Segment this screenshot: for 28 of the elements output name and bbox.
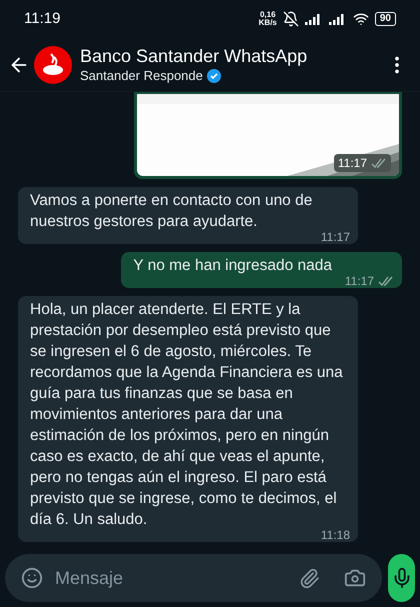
double-check-icon: [371, 158, 387, 168]
network-speed: 0,16: [260, 11, 276, 19]
sent-message[interactable]: Y no me han ingresado nada 11:17: [121, 252, 402, 288]
double-check-icon: [378, 276, 394, 286]
chat-title: Banco Santander WhatsApp: [80, 45, 308, 68]
received-message[interactable]: Vamos a ponerte en contacto con uno de nuestros gestores para ayudarte. 11:17: [18, 187, 358, 244]
message-input[interactable]: Mensaje: [55, 564, 287, 592]
microphone-button[interactable]: [388, 554, 415, 602]
message-text: Hola, un placer atenderte. El ERTE y la prestación por desempleo está previsto que se ingresen el 6 de agosto, miércoles. Te recordamos que la Agenda Financiera es una guía para tus finanzas que se basa en movimientos anteriores para dar una estimación de los próximos, pero en ningún caso es exacto, de ahí que veas el apunte, pero no tengas aún el ingreso. El paro está previsto que se ingrese, como te decimos, el día 6. Un saludo.: [30, 301, 343, 528]
battery-icon: 90: [374, 12, 396, 26]
image-message[interactable]: 11:17: [134, 92, 402, 179]
network-unit: KB/s: [258, 19, 277, 27]
message-time: 11:17: [344, 275, 374, 287]
message-time: 11:18: [320, 529, 350, 541]
message-text: Vamos a ponerte en contacto con uno de nuestros gestores para ayudarte.: [30, 192, 312, 230]
received-message[interactable]: [18, 296, 358, 542]
message-input-bar[interactable]: Mensaje: [5, 554, 382, 602]
message-time: 11:17: [320, 231, 350, 243]
attach-icon[interactable]: [299, 568, 320, 588]
avatar-logo: [34, 46, 72, 84]
sticker-icon[interactable]: [21, 567, 43, 589]
message-text: Y no me han ingresado nada: [133, 257, 332, 274]
camera-icon[interactable]: [344, 567, 366, 589]
message-time: 11:17: [338, 155, 367, 172]
chat-subtitle: Santander Responde: [80, 68, 203, 84]
wifi-icon: [352, 11, 369, 27]
muted-bell-icon: [282, 11, 299, 27]
clock-time: 11:19: [24, 8, 60, 29]
